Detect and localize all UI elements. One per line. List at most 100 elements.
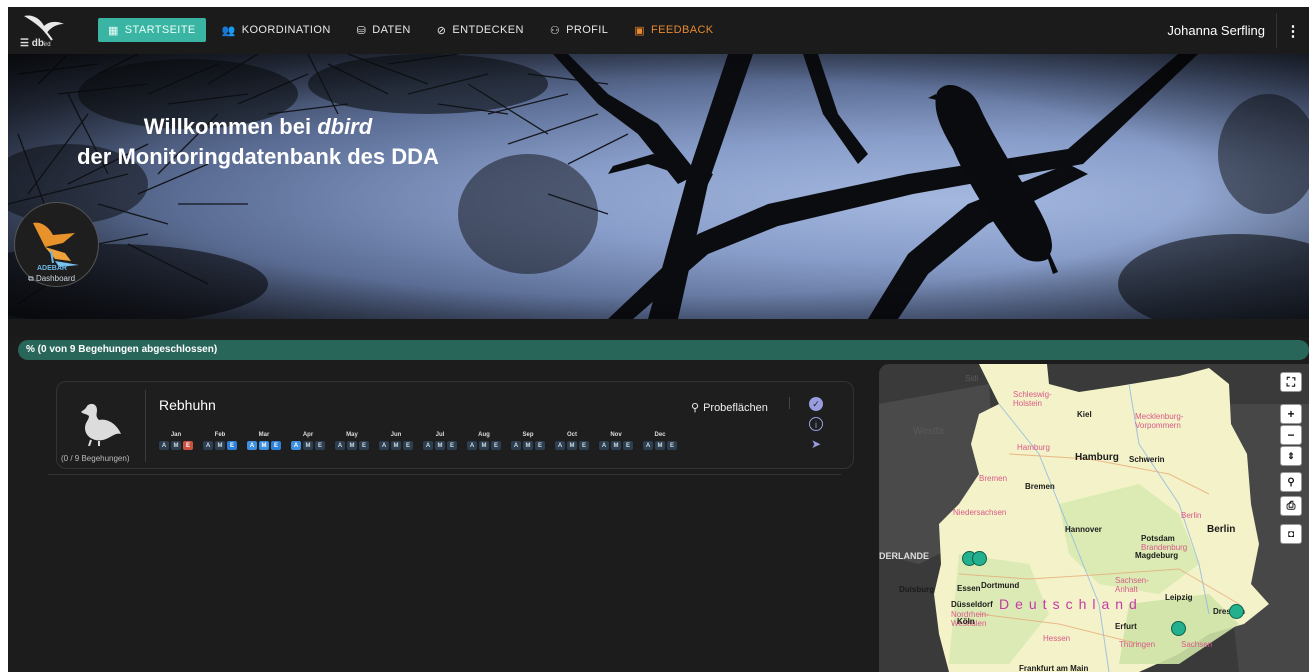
visit-slot[interactable]: A [203, 441, 213, 450]
north-arrow-button[interactable]: ⇕ [1280, 446, 1302, 466]
visit-slot[interactable]: A [511, 441, 521, 450]
germany-map-image [879, 364, 1309, 672]
month-name: Nov [610, 432, 622, 438]
visit-slots: AME [511, 441, 555, 450]
dashboard-link-text[interactable]: ⧉ Dashboard [28, 274, 75, 284]
adebar-dashboard-link[interactable]: ADEBAR ⧉ Dashboard [14, 202, 99, 287]
logo-text: db [31, 38, 44, 49]
visit-slot[interactable]: E [447, 441, 457, 450]
visit-slot[interactable]: M [303, 441, 313, 450]
visit-slot[interactable]: E [667, 441, 677, 450]
visit-slot[interactable]: E [271, 441, 281, 450]
site-marker[interactable] [1171, 621, 1186, 636]
visit-slot[interactable]: A [291, 441, 301, 450]
visit-slot[interactable]: A [643, 441, 653, 450]
visit-slot[interactable]: A [379, 441, 389, 450]
nav-startseite[interactable]: ▦ STARTSEITE [98, 18, 206, 42]
map-label-region: Sachsen- Anhalt [1115, 576, 1149, 594]
visit-slot[interactable]: E [315, 441, 325, 450]
month-column: May A M E [335, 432, 379, 450]
zoom-out-button[interactable]: − [1280, 425, 1302, 445]
visit-slot[interactable]: A [423, 441, 433, 450]
info-icon[interactable]: i [809, 417, 823, 431]
main-nav: ▦ STARTSEITE 👥 KOORDINATION ⛁ DATEN ⊘ EN… [98, 18, 730, 42]
dbird-logo[interactable]: ☰ dbird [20, 12, 66, 50]
visit-slot[interactable]: E [623, 441, 633, 450]
visit-slot[interactable]: E [183, 441, 193, 450]
map-label-city: Schwerin [1129, 455, 1165, 464]
site-marker[interactable] [972, 551, 987, 566]
more-menu-button[interactable]: ⋮ [1276, 13, 1309, 48]
visit-slot[interactable]: A [467, 441, 477, 450]
external-link-icon: ⧉ [28, 274, 36, 283]
bird-icon[interactable]: ➤ [809, 437, 823, 451]
probeflaechen-link[interactable]: ⚲ Probeflächen [691, 401, 768, 414]
visit-slot[interactable]: A [599, 441, 609, 450]
species-card[interactable]: (0 / 9 Begehungen) Rebhuhn Jan A M E Feb A M E M… [56, 381, 854, 469]
visit-slot[interactable]: M [611, 441, 621, 450]
nav-label: STARTSEITE [124, 24, 196, 36]
welcome-app-name: dbird [317, 114, 373, 139]
visits-count: (0 / 9 Begehungen) [61, 454, 130, 463]
visit-slot[interactable]: E [227, 441, 237, 450]
visit-slot[interactable]: M [259, 441, 269, 450]
visit-slot[interactable]: M [347, 441, 357, 450]
visit-slot[interactable]: M [567, 441, 577, 450]
month-column: Sep A M E [511, 432, 555, 450]
visit-slot[interactable]: M [523, 441, 533, 450]
nav-profil[interactable]: ⚇ PROFIL [540, 18, 618, 42]
map-label-city: Düsseldorf [951, 600, 993, 609]
map-label-city: Bremen [1025, 482, 1055, 491]
nav-daten[interactable]: ⛁ DATEN [347, 18, 421, 42]
visit-slots: AME [159, 441, 203, 450]
visit-slot[interactable]: M [215, 441, 225, 450]
visit-slot[interactable]: M [479, 441, 489, 450]
nav-feedback[interactable]: ▣ FEEDBACK [624, 18, 723, 42]
print-button[interactable]: ⎙ [1280, 496, 1302, 516]
visit-slot[interactable]: A [159, 441, 169, 450]
visit-slot[interactable]: M [655, 441, 665, 450]
visit-slot[interactable]: M [171, 441, 181, 450]
map-label-city: Essen [957, 584, 981, 593]
map-label-city: Duisburg [899, 585, 935, 594]
visit-slot[interactable]: M [435, 441, 445, 450]
map-label-city: Berlin [1207, 524, 1236, 535]
visit-slots: AME [247, 441, 291, 450]
visit-slot[interactable]: E [491, 441, 501, 450]
month-name: Jan [170, 432, 182, 438]
month-column: Oct A M E [555, 432, 599, 450]
visit-slot[interactable]: E [535, 441, 545, 450]
user-name[interactable]: Johanna Serfling [1167, 23, 1265, 38]
month-column: Feb A M E [203, 432, 247, 450]
map-label: Westfa [913, 426, 944, 437]
hero-divider [8, 319, 1309, 337]
visit-slots: AME [467, 441, 511, 450]
visit-slot[interactable]: A [555, 441, 565, 450]
nav-label: DATEN [372, 24, 411, 36]
map-search-button[interactable]: ⚲ [1280, 472, 1302, 492]
visit-slot[interactable]: E [579, 441, 589, 450]
site-marker[interactable] [1229, 604, 1244, 619]
verified-check-icon[interactable]: ✓ [809, 397, 823, 411]
month-name: Mar [258, 432, 270, 438]
map-view[interactable]: Sidi Schleswig- Holstein Kiel Mecklenbur… [879, 364, 1309, 672]
visit-slot[interactable]: A [335, 441, 345, 450]
nav-label: ENTDECKEN [452, 24, 524, 36]
month-name: Jul [435, 432, 445, 438]
nav-entdecken[interactable]: ⊘ ENTDECKEN [427, 18, 534, 42]
fullscreen-button[interactable]: ⛶ [1280, 372, 1302, 392]
map-label-region: Hamburg [1017, 443, 1050, 452]
logo-subtext: ird [43, 42, 51, 48]
map-label-region: Sachsen [1181, 640, 1213, 649]
visit-slot[interactable]: E [359, 441, 369, 450]
visit-slot[interactable]: E [403, 441, 413, 450]
location-pin-icon: ⚲ [691, 402, 700, 414]
zoom-in-button[interactable]: + [1280, 404, 1302, 424]
species-name[interactable]: Rebhuhn [159, 397, 216, 413]
month-column: Jun A M E [379, 432, 423, 450]
visit-slot[interactable]: A [247, 441, 257, 450]
preview-button[interactable]: ◘ [1280, 524, 1302, 544]
welcome-line1: Willkommen bei [143, 114, 318, 139]
nav-koordination[interactable]: 👥 KOORDINATION [212, 18, 341, 42]
visit-slot[interactable]: M [391, 441, 401, 450]
